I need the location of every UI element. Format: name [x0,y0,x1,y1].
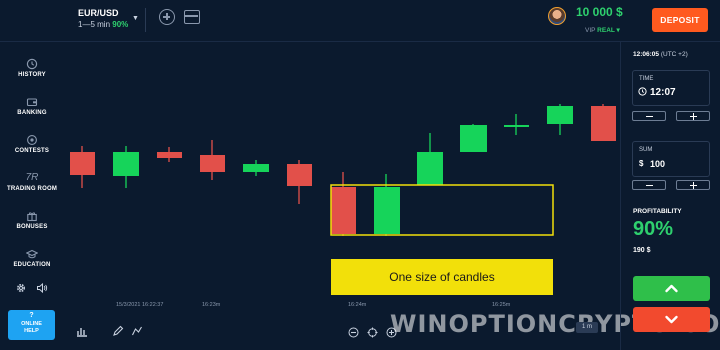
deposit-button[interactable]: DEPOSIT [652,8,708,32]
sidebar-item-label: TRADING ROOM [6,186,58,192]
sidebar-item-label: EDUCATION [13,262,51,268]
sidebar-item-banking[interactable]: BANKING [0,96,64,116]
server-clock: 12:06:05 (UTC +2) [633,51,688,58]
candle-down [200,140,225,180]
contests-icon [27,135,37,145]
help-label-line2: HELP [24,327,39,334]
trading-room-icon: 7R [25,172,39,183]
candle-up [547,104,573,135]
time-label: 16:24m [348,302,367,308]
sidebar-item-label: BANKING [17,110,47,116]
history-icon [26,58,38,70]
clock-icon [638,87,647,96]
put-down-button[interactable] [633,307,710,332]
avatar[interactable] [548,7,566,25]
wallet-icon [26,98,38,107]
divider [145,8,146,32]
highlight-frame [330,184,554,236]
sum-value: 100 [650,159,666,169]
sidebar-item-trading-room[interactable]: 7R TRADING ROOM [0,172,64,192]
clock-time: 12:06:05 [633,51,660,58]
sum-increase-button[interactable] [676,180,710,190]
add-chart-button[interactable] [159,9,175,25]
clock-timezone: (UTC +2) [660,51,688,58]
profitability-value: 90% [633,218,674,240]
arrow-down-icon [665,315,678,324]
time-label: TIME [639,76,654,82]
sidebar-item-history[interactable]: HISTORY [0,58,64,78]
sum-currency: $ [639,159,644,168]
asset-duration[interactable]: 1—5 min 90% [78,20,128,29]
payout-amount: 190 $ [633,247,651,254]
zoom-reset-icon[interactable] [367,327,378,338]
time-increase-button[interactable] [676,111,710,121]
account-real: REAL ▾ [597,27,620,34]
sidebar-item-contests[interactable]: CONTESTS [0,134,64,154]
candlestick-chart: One size of candles 15/3/2021 16:22:37 1… [70,104,616,308]
time-label: 15/3/2021 16:22:37 [116,302,163,308]
interval-selector[interactable]: 1 m [576,322,598,333]
profitability-label: PROFITABILITY [633,208,682,215]
time-decrease-button[interactable] [632,111,666,121]
asset-payout: 90% [112,20,129,29]
chart-type-icon[interactable] [76,325,88,337]
account-balance[interactable]: 10 000 $ [576,5,623,19]
sidebar-item-label: BONUSES [16,224,48,230]
candle-up [374,174,400,236]
sum-label: SUM [639,147,653,153]
graduation-cap-icon [26,249,38,259]
online-help-button[interactable]: ? ONLINE HELP [8,310,55,340]
candle-up [460,124,487,152]
time-label: 16:23m [202,302,221,308]
arrow-up-icon [665,284,678,293]
sound-icon[interactable] [36,282,48,294]
candle-down [157,147,182,162]
account-prefix: VIP [585,27,596,34]
sidebar-item-bonuses[interactable]: BONUSES [0,210,64,230]
duration-text: 1—5 min [78,20,111,29]
candles [70,104,616,236]
gear-icon[interactable] [15,282,27,294]
candle-down [591,104,616,141]
candle-up [243,160,269,176]
sidebar-item-label: HISTORY [18,72,46,78]
zoom-out-icon[interactable] [348,327,359,338]
time-value: 12:07 [650,87,676,98]
chart-layout-button[interactable] [184,10,200,24]
candle-down [331,172,356,236]
annotation-text: One size of candles [389,270,494,284]
time-field[interactable]: TIME 12:07 [632,70,710,106]
sidebar-item-label: CONTESTS [14,148,50,154]
candle-doji [504,114,529,135]
time-label: 16:25m [492,302,511,308]
candle-down [287,160,312,204]
price-chart[interactable]: One size of candles 15/3/2021 16:22:37 1… [64,42,620,350]
candle-down [70,146,95,188]
trade-panel: 12:06:05 (UTC +2) TIME 12:07 SUM $ 100 P… [620,42,720,350]
top-bar: EUR/USD 1—5 min 90% ▼ 10 000 $ VIP REAL … [0,0,720,42]
candle-up [113,146,139,188]
indicators-icon[interactable] [131,325,143,337]
call-up-button[interactable] [633,276,710,301]
account-type[interactable]: VIP REAL ▾ [585,26,620,34]
sum-field[interactable]: SUM $ 100 [632,141,710,177]
asset-name[interactable]: EUR/USD [78,8,119,18]
sidebar-item-education[interactable]: EDUCATION [0,248,64,268]
sum-decrease-button[interactable] [632,180,666,190]
gift-icon [27,212,37,222]
candle-up [417,133,443,185]
draw-pencil-icon[interactable] [112,325,124,337]
sidebar: HISTORY BANKING CONTESTS 7R TRADING ROOM… [0,42,64,350]
asset-dropdown-caret[interactable]: ▼ [132,15,139,22]
help-icon: ? [29,312,34,319]
